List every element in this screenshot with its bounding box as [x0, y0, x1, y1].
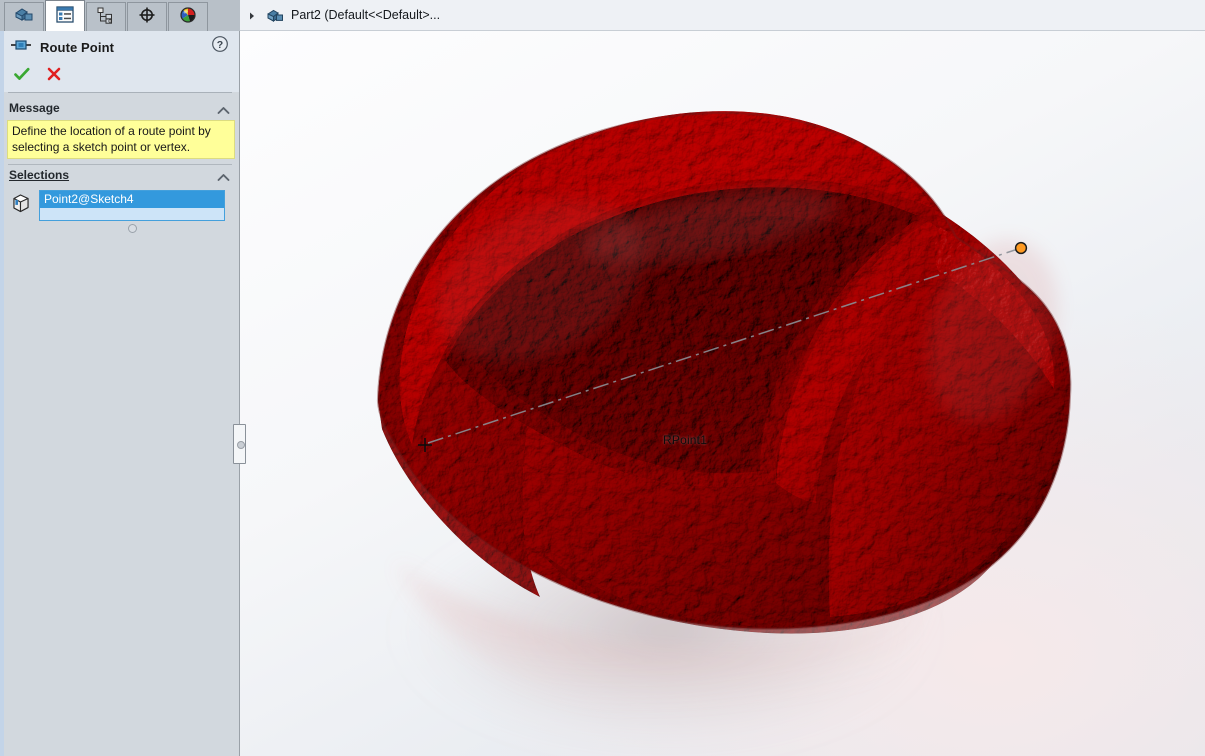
splitter-grip-dot: [237, 441, 245, 449]
list-item[interactable]: Point2@Sketch4: [40, 191, 224, 208]
tab-property-manager[interactable]: [45, 0, 85, 31]
route-point-icon: [10, 38, 32, 57]
manager-tab-strip: [0, 0, 240, 31]
part-icon: [266, 7, 285, 24]
breadcrumb: Part2 (Default<<Default>...: [240, 0, 1205, 31]
selection-list[interactable]: Point2@Sketch4: [39, 190, 225, 221]
selection-resize-handle[interactable]: [128, 224, 137, 233]
part-tree-icon: [13, 5, 35, 30]
panel-splitter-handle[interactable]: [233, 424, 246, 464]
chevron-right-icon[interactable]: [246, 9, 258, 21]
vertex-cube-icon: [10, 192, 32, 214]
accept-button[interactable]: [8, 63, 36, 85]
header-separator: [8, 92, 232, 93]
configuration-icon: [95, 5, 117, 30]
svg-text:?: ?: [217, 39, 223, 51]
breadcrumb-label[interactable]: Part2 (Default<<Default>...: [291, 8, 440, 22]
section-label-selections: Selections: [9, 168, 70, 182]
textured-red-part[interactable]: [376, 111, 1080, 634]
section-header-selections[interactable]: Selections: [4, 165, 239, 186]
3d-viewport[interactable]: RPoint1: [240, 31, 1205, 756]
display-sphere-icon: [177, 5, 199, 30]
tab-configuration-manager[interactable]: [86, 2, 126, 31]
page-title: Route Point: [40, 39, 115, 55]
cancel-button[interactable]: [40, 63, 68, 85]
property-list-icon: [54, 4, 76, 29]
tab-display-manager[interactable]: [168, 2, 208, 31]
chevron-up-icon: [217, 170, 230, 181]
tab-feature-manager-tree[interactable]: [4, 2, 44, 31]
message-text: Define the location of a route point by …: [7, 120, 235, 159]
route-point-label: RPoint1: [663, 433, 708, 447]
property-manager-header: Route Point ?: [4, 31, 239, 92]
model-canvas: [376, 111, 1080, 749]
tab-dimxpert-manager[interactable]: [127, 2, 167, 31]
panel-left-accent-stripe: [0, 31, 4, 756]
help-button[interactable]: ?: [211, 35, 229, 53]
route-point-endpoint[interactable]: [1014, 241, 1028, 255]
section-label-message: Message: [9, 101, 60, 115]
property-manager-title-row: Route Point: [4, 35, 239, 59]
section-header-message[interactable]: Message: [4, 98, 239, 119]
crosshair-icon: [136, 5, 158, 30]
chevron-up-icon: [217, 103, 230, 114]
solidworks-window: Route Point ? Message Define the locatio…: [0, 0, 1205, 756]
property-manager-action-row: [4, 61, 239, 87]
property-manager-panel: Route Point ? Message Define the locatio…: [0, 0, 246, 756]
